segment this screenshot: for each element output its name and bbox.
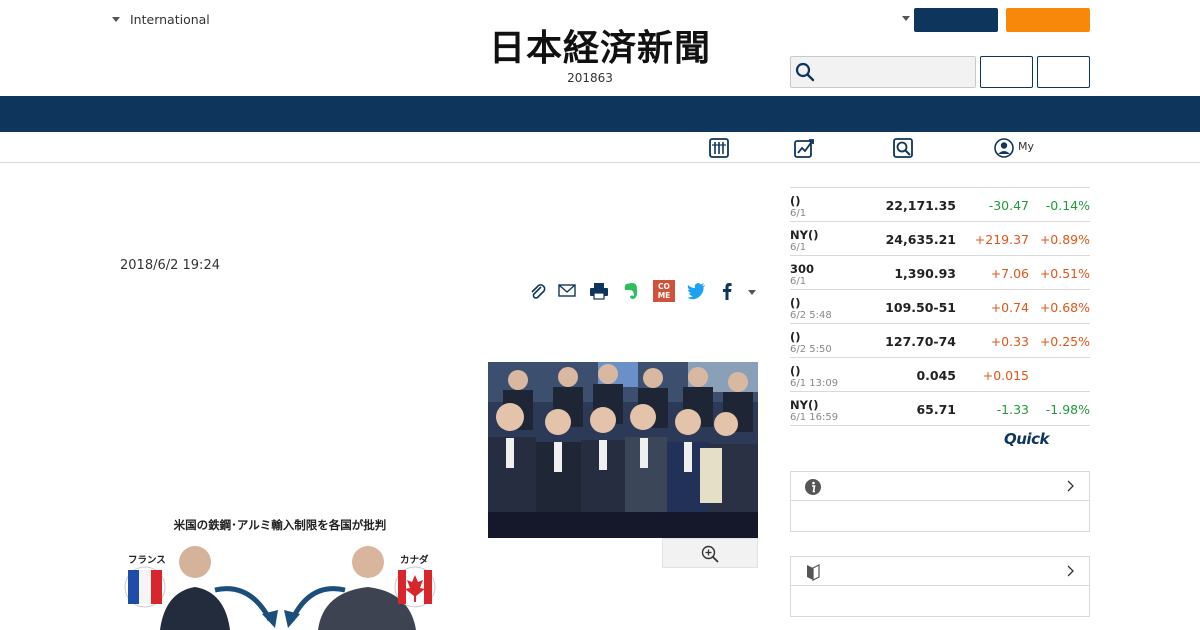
market-row[interactable]: NY() 6/1 24,635.21 +219.37 +0.89%: [790, 222, 1090, 256]
subscribe-button[interactable]: [1006, 8, 1090, 32]
market-name: 300: [790, 262, 815, 276]
market-pct: +0.25%: [1039, 334, 1090, 349]
login-button[interactable]: [914, 8, 998, 32]
market-pct: +0.89%: [1039, 232, 1090, 247]
info-icon: [805, 479, 821, 495]
info-panel-header[interactable]: [791, 472, 1089, 501]
market-value: 22,171.35: [885, 198, 956, 213]
market-date: 6/2 5:48: [790, 310, 832, 321]
market-date: 6/1 13:09: [790, 378, 839, 389]
market-pct: -0.14%: [1045, 198, 1090, 213]
infographic-title: 米国の鉄鋼･アルミ輸入制限を各国が批判: [173, 518, 387, 532]
market-value: 65.71: [916, 402, 956, 417]
main-nav-bar: [0, 96, 1200, 132]
beginner-panel-header[interactable]: [791, 557, 1089, 586]
my-label[interactable]: My: [1018, 140, 1034, 153]
market-date: 6/1: [790, 208, 807, 219]
market-date: 6/1 16:59: [790, 412, 839, 423]
market-change: -1.33: [996, 402, 1029, 417]
market-row[interactable]: () 6/1 13:09 0.045 +0.015: [790, 358, 1090, 392]
market-row[interactable]: () 6/2 5:48 109.50-51 +0.74 +0.68%: [790, 290, 1090, 324]
more-share-caret-icon[interactable]: [748, 290, 756, 295]
market-pct: +0.68%: [1039, 300, 1090, 315]
market-chart-icon[interactable]: [793, 137, 815, 159]
account-caret-icon[interactable]: [902, 16, 910, 21]
evernote-icon[interactable]: [620, 280, 642, 302]
twitter-icon[interactable]: [685, 280, 707, 302]
market-value: 0.045: [916, 368, 956, 383]
search-article-icon[interactable]: [892, 137, 914, 159]
market-date: 6/2 5:50: [790, 344, 832, 355]
market-name: (): [790, 364, 801, 378]
print-icon[interactable]: [588, 280, 610, 302]
market-name: (): [790, 330, 801, 344]
market-change: +0.015: [982, 368, 1029, 383]
market-row[interactable]: () 6/2 5:50 127.70-74 +0.33 +0.25%: [790, 324, 1090, 358]
come-icon[interactable]: CO ME: [653, 280, 675, 302]
info-panel: [790, 471, 1090, 532]
page: International 日本経済新聞 201863 My 2018/6/2 …: [0, 0, 1200, 630]
article-datetime: 2018/6/2 19:24: [120, 258, 220, 273]
facebook-icon[interactable]: [716, 280, 738, 302]
market-data-table: () 6/1 22,171.35 -30.47 -0.14% NY() 6/1 …: [790, 187, 1090, 426]
market-row[interactable]: () 6/1 22,171.35 -30.47 -0.14%: [790, 188, 1090, 222]
infographic-illustration: [124, 546, 436, 630]
market-row[interactable]: 300 6/1 1,390.93 +7.06 +0.51%: [790, 256, 1090, 290]
quick-provider-logo[interactable]: Quick: [1004, 430, 1049, 448]
market-change: +219.37: [974, 232, 1029, 247]
market-change: +0.74: [990, 300, 1029, 315]
search-option-button[interactable]: [980, 56, 1033, 88]
search-submit-button[interactable]: [1037, 56, 1090, 88]
tariff-infographic[interactable]: 米国の鉄鋼･アルミ輸入制限を各国が批判 フランス カナダ: [120, 512, 450, 630]
zoom-in-icon[interactable]: [700, 544, 720, 564]
chevron-right-icon: [1067, 565, 1074, 577]
market-change: +0.33: [990, 334, 1029, 349]
market-row[interactable]: NY() 6/1 16:59 65.71 -1.33 -1.98%: [790, 392, 1090, 426]
region-label: International: [130, 12, 210, 27]
g7-group-photo: [488, 362, 758, 538]
market-value: 109.50-51: [885, 300, 956, 315]
market-value: 24,635.21: [885, 232, 956, 247]
market-name: NY(): [790, 228, 819, 242]
my-account-icon[interactable]: [993, 137, 1015, 159]
edition-number: 201863: [567, 71, 613, 85]
market-change: +7.06: [990, 266, 1029, 281]
nikkei-logo[interactable]: 日本経済新聞: [450, 28, 750, 68]
clip-icon[interactable]: [526, 280, 548, 302]
market-name: (): [790, 296, 801, 310]
market-name: (): [790, 194, 801, 208]
market-change: -30.47: [988, 198, 1029, 213]
market-value: 127.70-74: [885, 334, 956, 349]
region-selector[interactable]: International: [112, 12, 210, 27]
beginner-panel: [790, 556, 1090, 617]
newspaper-icon[interactable]: [708, 137, 730, 159]
search-icon[interactable]: [795, 62, 815, 82]
market-pct: +0.51%: [1039, 266, 1090, 281]
chevron-right-icon: [1067, 480, 1074, 492]
market-name: NY(): [790, 398, 819, 412]
market-value: 1,390.93: [894, 266, 956, 281]
market-pct: -1.98%: [1045, 402, 1090, 417]
mail-icon[interactable]: [556, 280, 578, 302]
caret-down-icon: [112, 17, 120, 22]
market-date: 6/1: [790, 276, 807, 287]
market-date: 6/1: [790, 242, 807, 253]
article-photo[interactable]: [488, 362, 758, 538]
beginner-mark-icon: [807, 564, 820, 581]
search-input[interactable]: [790, 56, 976, 88]
